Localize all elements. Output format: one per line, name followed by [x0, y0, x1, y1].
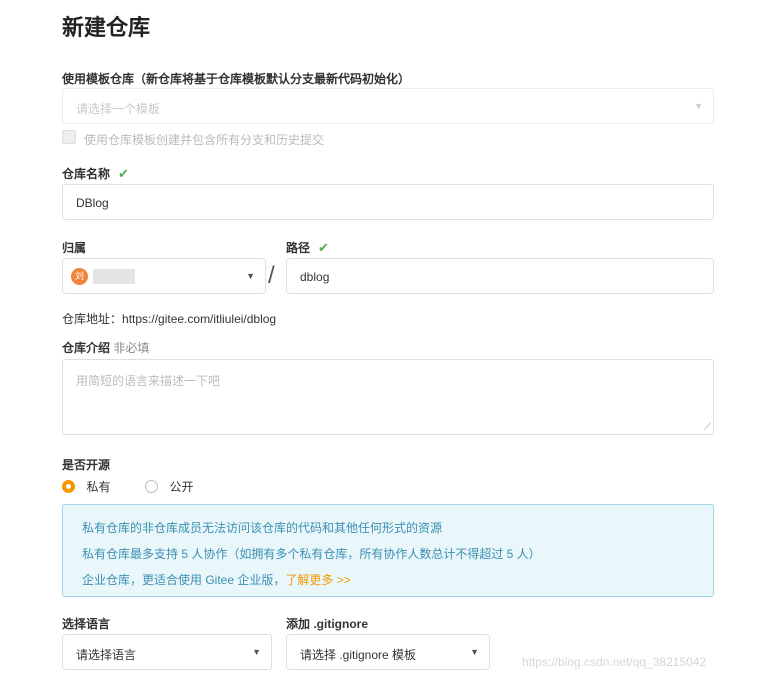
repo-name-input[interactable]: DBlog	[62, 184, 714, 220]
path-separator: /	[268, 262, 275, 289]
path-input[interactable]: dblog	[286, 258, 714, 294]
repo-name-label: 仓库名称 ✔	[62, 166, 129, 181]
language-value: 请选择语言	[76, 648, 137, 662]
description-textarea[interactable]: 用简短的语言来描述一下吧 ⟋	[62, 359, 714, 435]
path-label: 路径 ✔	[286, 240, 329, 255]
radio-public-label: 公开	[169, 480, 194, 495]
radio-selected-icon[interactable]	[62, 480, 75, 494]
radio-public[interactable]: 公开	[145, 478, 193, 496]
gitignore-label: 添加 .gitignore	[286, 617, 368, 631]
resize-handle-icon[interactable]: ⟋	[704, 422, 711, 433]
learn-more-link[interactable]: 了解更多 >>	[285, 573, 350, 587]
info-line-2: 私有仓库最多支持 5 人协作（如拥有多个私有仓库，所有协作人数总计不得超过 5 …	[82, 547, 541, 561]
description-label: 仓库介绍 非必填	[62, 341, 150, 355]
check-icon: ✔	[118, 166, 129, 181]
info-line-3: 企业仓库，更适合使用 Gitee 企业版，了解更多 >>	[82, 573, 351, 587]
chevron-down-icon: ▼	[470, 647, 479, 657]
chevron-down-icon: ▼	[694, 101, 703, 111]
page-title: 新建仓库	[62, 15, 151, 40]
language-select[interactable]: 请选择语言 ▼	[62, 634, 272, 670]
repo-address-url: https://gitee.com/itliulei/dblog	[122, 312, 277, 326]
avatar: 刘	[71, 268, 88, 285]
owner-name-redacted	[93, 269, 135, 284]
chevron-down-icon: ▼	[252, 647, 261, 657]
info-line-1: 私有仓库的非仓库成员无法访问该仓库的代码和其他任何形式的资源	[82, 521, 443, 535]
watermark: https://blog.csdn.net/qq_38215042	[522, 655, 707, 669]
include-branches-label: 使用仓库模板创建并包含所有分支和历史提交	[84, 133, 325, 147]
gitignore-value: 请选择 .gitignore 模板	[300, 648, 417, 662]
template-label: 使用模板仓库（新仓库将基于仓库模板默认分支最新代码初始化）	[62, 72, 411, 86]
repo-address: 仓库地址：https://gitee.com/itliulei/dblog	[62, 312, 277, 326]
description-placeholder: 用简短的语言来描述一下吧	[76, 374, 221, 388]
chevron-down-icon: ▼	[246, 271, 255, 281]
radio-private[interactable]: 私有	[62, 478, 110, 496]
gitignore-select[interactable]: 请选择 .gitignore 模板 ▼	[286, 634, 490, 670]
radio-private-label: 私有	[86, 480, 111, 495]
owner-select[interactable]: 刘 ▼	[62, 258, 266, 294]
repo-name-value: DBlog	[76, 196, 109, 210]
private-info-box: 私有仓库的非仓库成员无法访问该仓库的代码和其他任何形式的资源 私有仓库最多支持 …	[62, 504, 714, 597]
owner-label: 归属	[62, 241, 87, 255]
path-value: dblog	[300, 270, 330, 284]
language-label: 选择语言	[62, 617, 111, 631]
template-select[interactable]: 请选择一个模板 ▼	[62, 88, 714, 124]
template-placeholder: 请选择一个模板	[76, 102, 161, 116]
check-icon: ✔	[318, 240, 329, 255]
visibility-label: 是否开源	[62, 458, 111, 472]
radio-unselected-icon[interactable]	[145, 480, 158, 494]
include-branches-checkbox[interactable]	[62, 130, 76, 144]
